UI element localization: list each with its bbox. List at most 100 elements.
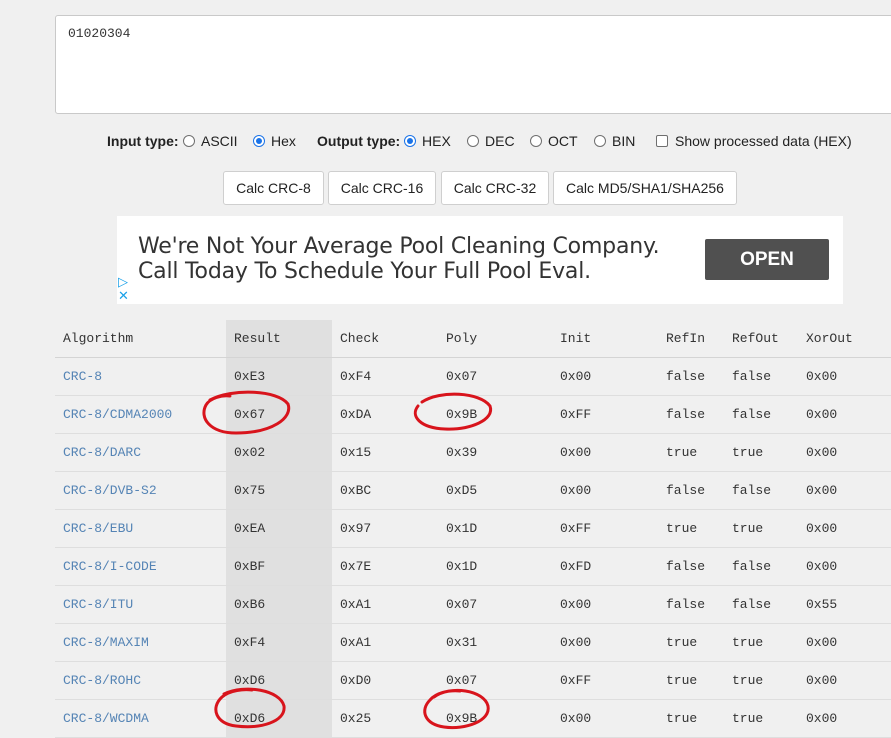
cell-result: 0xF4	[226, 623, 332, 662]
advertisement-banner[interactable]: We're Not Your Average Pool Cleaning Com…	[117, 216, 843, 304]
cell-init: 0x00	[552, 357, 658, 396]
input-type-label: Input type:	[107, 133, 179, 149]
cell-poly: 0x07	[438, 661, 552, 700]
cell-result: 0xE3	[226, 357, 332, 396]
cell-xorout: 0x00	[798, 395, 891, 434]
cell-refout: false	[724, 547, 798, 586]
cell-refin: true	[658, 661, 724, 700]
cell-result: 0xD6	[226, 661, 332, 700]
header-init: Init	[552, 320, 658, 358]
table-row: CRC-8/DARC 0x02 0x15 0x39 0x00 true true 0x00	[55, 433, 891, 472]
cell-algorithm[interactable]: CRC-8/MAXIM	[55, 623, 226, 662]
cell-result: 0xD6	[226, 699, 332, 738]
cell-poly: 0x1D	[438, 547, 552, 586]
cell-refout: false	[724, 471, 798, 510]
cell-refout: false	[724, 357, 798, 396]
cell-algorithm[interactable]: CRC-8/DARC	[55, 433, 226, 472]
cell-result: 0xBF	[226, 547, 332, 586]
table-row: CRC-8/ITU 0xB6 0xA1 0x07 0x00 false false 0x55	[55, 585, 891, 624]
output-type-oct-label: OCT	[548, 133, 578, 149]
cell-refin: true	[658, 509, 724, 548]
output-type-oct[interactable]: OCT	[526, 130, 578, 152]
cell-algorithm[interactable]: CRC-8/CDMA2000	[55, 395, 226, 434]
cell-algorithm[interactable]: CRC-8/I-CODE	[55, 547, 226, 586]
cell-xorout: 0x55	[798, 585, 891, 624]
output-type-dec[interactable]: DEC	[463, 130, 515, 152]
cell-xorout: 0x00	[798, 699, 891, 738]
calc-crc16-button[interactable]: Calc CRC-16	[328, 171, 436, 205]
cell-check: 0xA1	[332, 585, 438, 624]
ad-choices-icon[interactable]: ▷	[118, 275, 128, 288]
cell-refout: true	[724, 699, 798, 738]
options-row: Input type: ASCII Hex Output type: HEX D…	[0, 130, 891, 152]
cell-algorithm[interactable]: CRC-8/EBU	[55, 509, 226, 548]
data-input[interactable]: 01020304	[55, 15, 891, 114]
cell-refin: true	[658, 699, 724, 738]
ad-open-button[interactable]: OPEN	[705, 239, 829, 280]
table-row: CRC-8 0xE3 0xF4 0x07 0x00 false false 0x00	[55, 357, 891, 396]
radio-oct[interactable]	[530, 135, 542, 147]
table-body: CRC-8 0xE3 0xF4 0x07 0x00 false false 0x00 CRC-8…	[55, 357, 891, 738]
show-processed-toggle[interactable]: Show processed data (HEX)	[656, 130, 852, 152]
cell-init: 0x00	[552, 699, 658, 738]
ad-subline: Call Today To Schedule Your Full Pool Ev…	[138, 259, 591, 284]
cell-poly: 0x39	[438, 433, 552, 472]
cell-algorithm[interactable]: CRC-8/ITU	[55, 585, 226, 624]
cell-xorout: 0x00	[798, 547, 891, 586]
cell-algorithm[interactable]: CRC-8/WCDMA	[55, 699, 226, 738]
radio-hex-output[interactable]	[404, 135, 416, 147]
cell-xorout: 0x00	[798, 471, 891, 510]
output-type-bin[interactable]: BIN	[590, 130, 635, 152]
input-type-group: Input type:	[107, 130, 179, 152]
cell-algorithm[interactable]: CRC-8	[55, 357, 226, 396]
table-header-row: Algorithm Result Check Poly Init RefIn R…	[55, 320, 891, 358]
cell-check: 0xD0	[332, 661, 438, 700]
cell-poly: 0x07	[438, 357, 552, 396]
results-table-container: Algorithm Result Check Poly Init RefIn R…	[55, 320, 891, 738]
radio-hex-input[interactable]	[253, 135, 265, 147]
close-icon[interactable]: ✕	[118, 289, 129, 302]
cell-refout: true	[724, 661, 798, 700]
cell-refout: true	[724, 509, 798, 548]
cell-check: 0xA1	[332, 623, 438, 662]
cell-refin: false	[658, 395, 724, 434]
cell-check: 0x15	[332, 433, 438, 472]
radio-dec[interactable]	[467, 135, 479, 147]
header-xorout: XorOut	[798, 320, 891, 358]
cell-result: 0x75	[226, 471, 332, 510]
calc-hash-button[interactable]: Calc MD5/SHA1/SHA256	[553, 171, 737, 205]
cell-refin: false	[658, 471, 724, 510]
radio-ascii[interactable]	[183, 135, 195, 147]
cell-algorithm[interactable]: CRC-8/DVB-S2	[55, 471, 226, 510]
cell-check: 0xBC	[332, 471, 438, 510]
header-result: Result	[226, 320, 332, 358]
input-type-hex[interactable]: Hex	[249, 130, 296, 152]
header-refin: RefIn	[658, 320, 724, 358]
cell-refin: true	[658, 623, 724, 662]
cell-poly: 0x31	[438, 623, 552, 662]
cell-refout: false	[724, 395, 798, 434]
input-type-ascii[interactable]: ASCII	[179, 130, 238, 152]
header-refout: RefOut	[724, 320, 798, 358]
cell-refin: true	[658, 433, 724, 472]
calc-crc32-button[interactable]: Calc CRC-32	[441, 171, 549, 205]
cell-check: 0x97	[332, 509, 438, 548]
ad-headline: We're Not Your Average Pool Cleaning Com…	[138, 234, 660, 259]
input-type-ascii-label: ASCII	[201, 133, 238, 149]
cell-result: 0xEA	[226, 509, 332, 548]
cell-check: 0x25	[332, 699, 438, 738]
header-check: Check	[332, 320, 438, 358]
show-processed-checkbox[interactable]	[656, 135, 668, 147]
cell-algorithm[interactable]: CRC-8/ROHC	[55, 661, 226, 700]
cell-refin: false	[658, 547, 724, 586]
cell-poly: 0x9B	[438, 699, 552, 738]
cell-init: 0x00	[552, 623, 658, 662]
radio-bin[interactable]	[594, 135, 606, 147]
cell-check: 0xDA	[332, 395, 438, 434]
cell-xorout: 0x00	[798, 623, 891, 662]
cell-init: 0xFD	[552, 547, 658, 586]
calc-crc8-button[interactable]: Calc CRC-8	[223, 171, 324, 205]
table-row: CRC-8/ROHC 0xD6 0xD0 0x07 0xFF true true 0x00	[55, 661, 891, 700]
table-row: CRC-8/CDMA2000 0x67 0xDA 0x9B 0xFF false false…	[55, 395, 891, 434]
output-type-hex[interactable]: HEX	[400, 130, 451, 152]
